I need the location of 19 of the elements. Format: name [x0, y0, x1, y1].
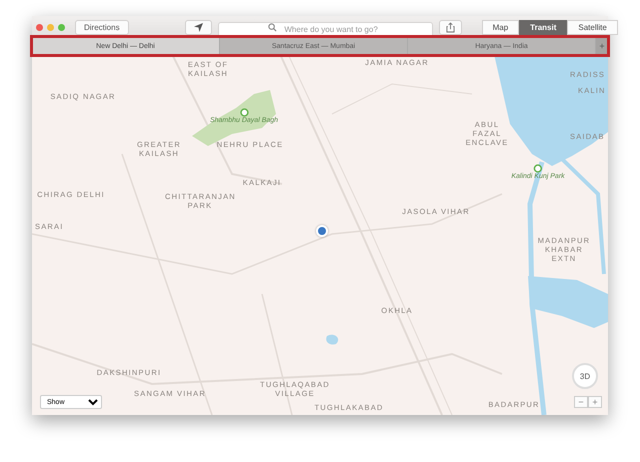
current-location-button[interactable] [184, 20, 212, 34]
3d-button[interactable]: 3D [572, 363, 598, 389]
pond-drawing [326, 334, 338, 345]
close-button[interactable] [36, 24, 43, 30]
minimize-button[interactable] [47, 24, 54, 30]
park-pin-icon[interactable] [240, 108, 248, 117]
view-mode-tab[interactable]: Map [482, 20, 520, 34]
search-icon [268, 22, 277, 32]
share-icon [446, 22, 455, 32]
park-pin-icon[interactable] [534, 164, 542, 173]
zoom-in-button[interactable]: + [588, 396, 602, 408]
view-mode-tab[interactable]: Transit [519, 20, 568, 34]
location-arrow-icon [194, 22, 203, 32]
current-location-dot [316, 225, 328, 237]
directions-button[interactable]: Directions [75, 20, 129, 34]
zoom-button[interactable] [58, 24, 65, 30]
share-button[interactable] [438, 20, 462, 34]
zoom-out-button[interactable]: − [574, 396, 588, 408]
view-mode-tab[interactable]: Satellite [567, 20, 618, 34]
